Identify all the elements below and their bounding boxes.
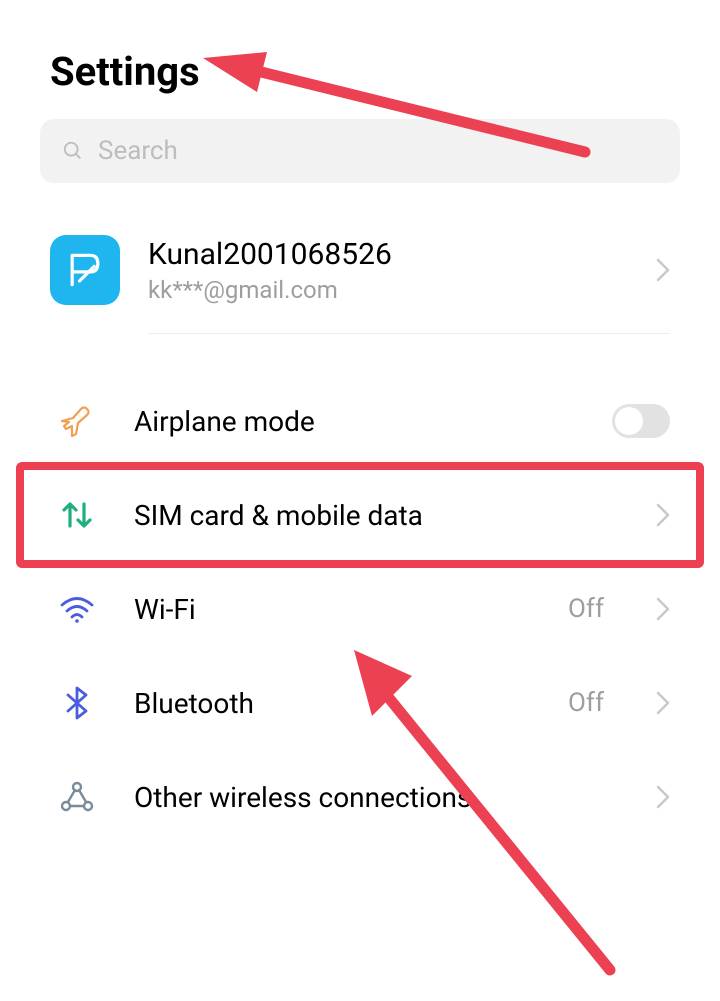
account-texts: Kunal2001068526 kk***@gmail.com — [148, 237, 628, 304]
mobile-data-icon — [58, 496, 96, 534]
search-placeholder: Search — [98, 136, 178, 166]
settings-item-airplane-mode[interactable]: Airplane mode — [0, 374, 720, 468]
settings-item-other-wireless[interactable]: Other wireless connections — [0, 750, 720, 844]
settings-group-connectivity: Airplane mode SIM card & mobile data — [0, 334, 720, 844]
search-icon — [62, 140, 84, 162]
chevron-right-icon — [656, 785, 670, 809]
airplane-mode-toggle[interactable] — [612, 404, 670, 438]
account-email: kk***@gmail.com — [148, 276, 628, 304]
page-header: Settings — [0, 0, 720, 119]
settings-item-wifi[interactable]: Wi-Fi Off — [0, 562, 720, 656]
account-row[interactable]: Kunal2001068526 kk***@gmail.com — [0, 183, 720, 333]
chevron-right-icon — [656, 597, 670, 621]
item-label: Wi-Fi — [134, 593, 530, 626]
page-title: Settings — [50, 48, 670, 95]
item-label: Airplane mode — [134, 405, 574, 438]
account-avatar-icon — [50, 235, 120, 305]
chevron-right-icon — [656, 258, 670, 282]
wifi-icon — [58, 590, 96, 628]
item-label: Other wireless connections — [134, 781, 618, 814]
item-label: SIM card & mobile data — [134, 499, 618, 532]
item-status: Off — [568, 594, 604, 624]
account-name: Kunal2001068526 — [148, 237, 628, 272]
item-status: Off — [568, 688, 604, 718]
item-label: Bluetooth — [134, 687, 530, 720]
other-connections-icon — [58, 778, 96, 816]
search-input[interactable]: Search — [40, 119, 680, 183]
settings-item-sim-card[interactable]: SIM card & mobile data — [0, 468, 720, 562]
toggle-knob — [615, 407, 643, 435]
chevron-right-icon — [656, 691, 670, 715]
airplane-icon — [58, 402, 96, 440]
bluetooth-icon — [58, 684, 96, 722]
chevron-right-icon — [656, 503, 670, 527]
settings-item-bluetooth[interactable]: Bluetooth Off — [0, 656, 720, 750]
